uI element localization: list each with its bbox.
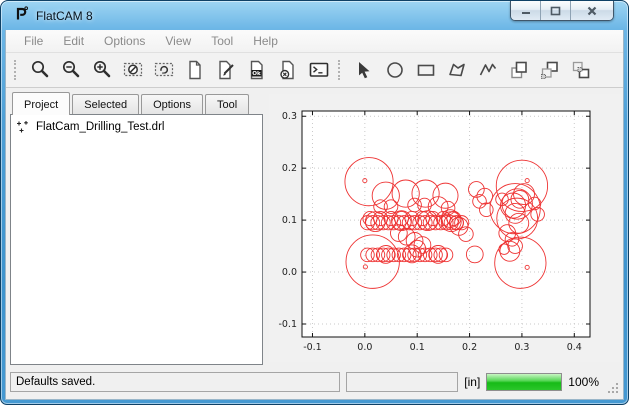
clear-plot-icon	[122, 59, 144, 81]
toolbar-grip[interactable]	[338, 60, 342, 80]
tree-item-drill-file[interactable]: FlatCam_Drilling_Test.drl	[11, 115, 262, 134]
window-title: FlatCAM 8	[36, 9, 93, 23]
drill-marks-icon	[16, 120, 30, 134]
status-message: Defaults saved.	[10, 372, 340, 392]
close-button[interactable]	[571, 1, 613, 20]
menu-view[interactable]: View	[155, 31, 201, 51]
main-area: Project Selected Options Tool	[6, 88, 623, 367]
plot-canvas[interactable]: -0.1 0.0 0.1 0.2 0.3 0.4 -0.1 0.0 0.1 0.2 0.3	[269, 94, 621, 362]
copy-objects-icon	[508, 59, 530, 81]
app-window: FlatCAM 8 File Edit Options View Tool He…	[0, 0, 629, 405]
zoom-in-button[interactable]	[86, 56, 117, 84]
clear-plot-button[interactable]	[117, 56, 148, 84]
delete-object-icon	[277, 59, 299, 81]
client-area: File Edit Options View Tool Help	[5, 30, 624, 400]
new-project-button[interactable]	[179, 56, 210, 84]
add-circle-button[interactable]	[379, 56, 410, 84]
replot-icon	[153, 59, 175, 81]
minimize-button[interactable]	[511, 1, 541, 20]
left-panel: Project Selected Options Tool	[6, 88, 263, 367]
zoom-in-icon	[91, 59, 113, 81]
zoom-out-button[interactable]	[55, 56, 86, 84]
add-polygon-button[interactable]	[441, 56, 472, 84]
menu-file[interactable]: File	[14, 31, 53, 51]
toolbar-group-draw	[348, 56, 596, 84]
menubar: File Edit Options View Tool Help	[6, 30, 623, 53]
shell-icon	[308, 59, 330, 81]
units-label: [in]	[464, 375, 480, 389]
progress-bar	[486, 373, 562, 391]
copy-objects-button[interactable]	[503, 56, 534, 84]
maximize-button[interactable]	[541, 1, 571, 20]
save-object-icon: Ok	[246, 59, 268, 81]
caption-buttons	[510, 1, 614, 21]
statusbar: Defaults saved. [in] 100%	[6, 367, 623, 399]
delete-object-button[interactable]	[272, 56, 303, 84]
svg-text:0.1: 0.1	[282, 215, 297, 226]
new-project-icon	[184, 59, 206, 81]
copy-geometry-icon	[539, 59, 561, 81]
flatcam-logo-icon	[13, 5, 30, 27]
tree-item-label: FlatCam_Drilling_Test.drl	[36, 121, 164, 133]
tab-selected[interactable]: Selected	[72, 94, 139, 114]
menu-options[interactable]: Options	[94, 31, 155, 51]
svg-text:0.3: 0.3	[514, 342, 529, 353]
plot-panel: -0.1 0.0 0.1 0.2 0.3 0.4 -0.1 0.0 0.1 0.2 0.3	[263, 88, 623, 367]
replot-button[interactable]	[148, 56, 179, 84]
minimize-icon	[521, 6, 531, 15]
rectangle-tool-icon	[415, 59, 437, 81]
activity-field	[346, 372, 458, 392]
select-arrow-icon	[353, 59, 375, 81]
svg-text:0.2: 0.2	[462, 342, 477, 353]
join-geometry-icon	[570, 59, 592, 81]
polygon-tool-icon	[446, 59, 468, 81]
zoom-fit-icon	[29, 59, 51, 81]
svg-text:0.1: 0.1	[410, 342, 425, 353]
svg-text:0.0: 0.0	[282, 267, 297, 278]
shell-button[interactable]	[303, 56, 334, 84]
progress-fill	[487, 374, 561, 390]
project-tree[interactable]: FlatCam_Drilling_Test.drl	[10, 114, 263, 365]
menu-help[interactable]: Help	[243, 31, 288, 51]
add-path-button[interactable]	[472, 56, 503, 84]
svg-text:0.3: 0.3	[282, 111, 297, 122]
svg-text:-0.1: -0.1	[303, 342, 322, 353]
svg-text:0.4: 0.4	[567, 342, 582, 353]
save-object-button[interactable]: Ok	[241, 56, 272, 84]
svg-text:0.2: 0.2	[282, 163, 297, 174]
titlebar[interactable]: FlatCAM 8	[5, 2, 624, 30]
menu-tool[interactable]: Tool	[201, 31, 243, 51]
tabbar: Project Selected Options Tool	[10, 92, 263, 114]
zoom-out-icon	[60, 59, 82, 81]
toolbar-grip[interactable]	[14, 60, 18, 80]
open-project-icon	[215, 59, 237, 81]
resize-grip[interactable]	[608, 383, 619, 394]
toolbar-group-plot: Ok	[24, 56, 334, 84]
maximize-icon	[550, 6, 561, 16]
tab-project[interactable]: Project	[12, 92, 70, 115]
svg-text:0.0: 0.0	[357, 342, 372, 353]
path-tool-icon	[477, 59, 499, 81]
zoom-fit-button[interactable]	[24, 56, 55, 84]
close-icon	[587, 6, 597, 16]
svg-text:-0.1: -0.1	[278, 319, 297, 330]
tab-tool[interactable]: Tool	[205, 94, 249, 114]
join-geometry-button[interactable]	[565, 56, 596, 84]
toolbar: Ok	[6, 53, 623, 88]
tab-options[interactable]: Options	[141, 94, 203, 114]
add-rectangle-button[interactable]	[410, 56, 441, 84]
progress-percent: 100%	[568, 375, 599, 389]
copy-geometry-button[interactable]	[534, 56, 565, 84]
svg-text:Ok: Ok	[252, 71, 261, 77]
circle-tool-icon	[384, 59, 406, 81]
menu-edit[interactable]: Edit	[53, 31, 94, 51]
open-project-button[interactable]	[210, 56, 241, 84]
select-button[interactable]	[348, 56, 379, 84]
